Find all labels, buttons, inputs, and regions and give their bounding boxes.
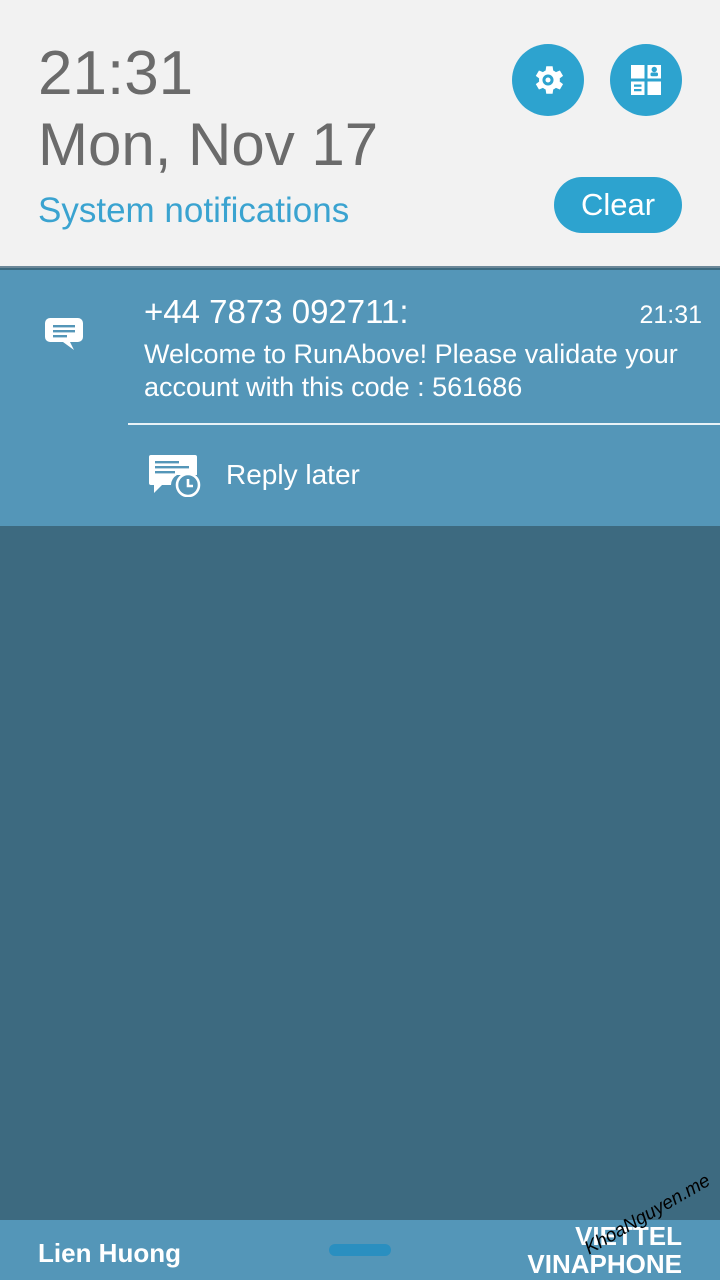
notification-header: 21:31 Mon, Nov 17 System notifications C… — [0, 0, 720, 268]
clear-button[interactable]: Clear — [554, 177, 682, 233]
section-title: System notifications — [38, 191, 350, 230]
reply-later-label: Reply later — [226, 459, 360, 490]
reply-later-action[interactable]: Reply later — [148, 450, 360, 500]
notification-sender: +44 7873 092711: — [144, 293, 409, 330]
drag-handle[interactable] — [329, 1244, 391, 1256]
grid-icon — [631, 65, 661, 95]
divider — [128, 423, 720, 425]
gear-icon — [535, 66, 564, 94]
reply-later-icon — [149, 455, 201, 497]
notification-message: Welcome to RunAbove! Please validate you… — [144, 339, 678, 402]
message-icon — [45, 318, 83, 350]
settings-button[interactable] — [512, 44, 584, 116]
carrier-right-line2: VINAPHONE — [527, 1249, 682, 1279]
sms-notification[interactable]: +44 7873 092711: 21:31 Welcome to RunAbo… — [0, 270, 720, 526]
carrier-left: Lien Huong — [38, 1238, 181, 1268]
date: Mon, Nov 17 — [38, 111, 379, 178]
notification-time: 21:31 — [639, 301, 702, 329]
clock: 21:31 — [38, 39, 194, 108]
quick-settings-button[interactable] — [610, 44, 682, 116]
